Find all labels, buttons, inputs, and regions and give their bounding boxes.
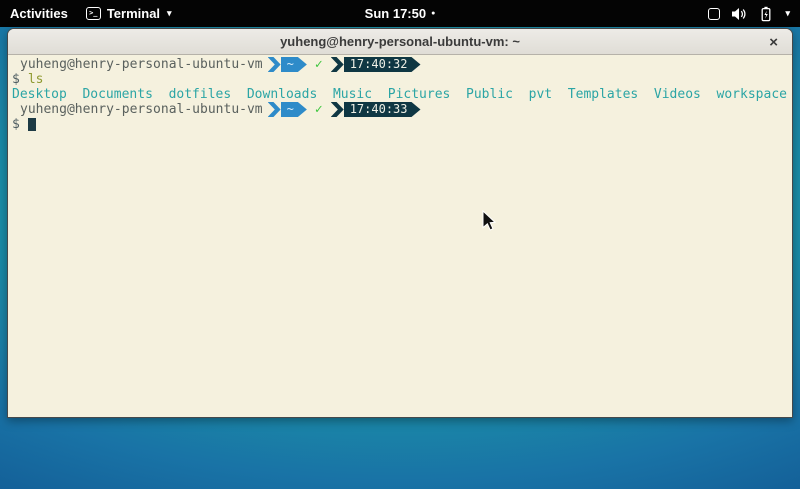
prompt-user-host: yuheng@henry-personal-ubuntu-vm (20, 102, 263, 117)
command-line: $ ls (12, 72, 792, 87)
status-ok-icon: ✓ (315, 57, 323, 72)
system-status-menu[interactable]: ▾ (708, 0, 800, 27)
prompt-user-host: yuheng@henry-personal-ubuntu-vm (20, 57, 263, 72)
directory-item: Videos (654, 87, 701, 102)
top-bar: Activities Terminal ▾ Sun 17:50 ● (0, 0, 800, 27)
directory-item: dotfiles (169, 87, 232, 102)
notification-dot-icon: ● (431, 10, 435, 17)
powerline-arrow-icon (268, 57, 281, 72)
prompt-char: $ (12, 117, 20, 132)
directory-item: Pictures (388, 87, 451, 102)
prompt-line: yuheng@henry-personal-ubuntu-vm ~ ✓ 17:4… (12, 57, 792, 72)
directory-item: pvt (529, 87, 552, 102)
clock-label: Sun 17:50 (365, 6, 426, 21)
chevron-down-icon: ▾ (167, 8, 172, 19)
activities-button[interactable]: Activities (10, 6, 68, 21)
battery-charging-icon (758, 6, 774, 22)
desktop: Activities Terminal ▾ Sun 17:50 ● (0, 0, 800, 489)
directory-item: Downloads (247, 87, 317, 102)
window-titlebar[interactable]: yuheng@henry-personal-ubuntu-vm: ~ × (8, 29, 792, 55)
input-line: $ (12, 117, 792, 132)
powerline-arrow-icon (331, 102, 344, 117)
volume-icon (731, 6, 747, 22)
prompt-char: $ (12, 72, 20, 87)
app-menu-label: Terminal (107, 6, 160, 21)
status-ok-icon: ✓ (315, 102, 323, 117)
terminal-cursor (28, 118, 36, 131)
prompt-cwd-segment: ~ (281, 57, 307, 72)
top-bar-left: Activities Terminal ▾ (0, 6, 172, 21)
prompt-time-segment: 17:40:33 (344, 102, 421, 117)
directory-item: Music (333, 87, 372, 102)
window-title: yuheng@henry-personal-ubuntu-vm: ~ (280, 34, 520, 49)
chevron-down-icon: ▾ (785, 8, 790, 19)
terminal-window: yuheng@henry-personal-ubuntu-vm: ~ × yuh… (7, 28, 793, 418)
powerline-arrow-icon (331, 57, 344, 72)
powerline-arrow-icon (268, 102, 281, 117)
close-button[interactable]: × (769, 29, 778, 55)
directory-item: Documents (82, 87, 152, 102)
directory-item: Templates (568, 87, 638, 102)
command-text: ls (28, 72, 44, 87)
directory-item: workspace (717, 87, 787, 102)
terminal-icon (86, 7, 101, 20)
prompt-line: yuheng@henry-personal-ubuntu-vm ~ ✓ 17:4… (12, 102, 792, 117)
screen-icon (708, 8, 720, 20)
ls-output-row: Desktop Documents dotfiles Downloads Mus… (12, 87, 792, 102)
prompt-cwd-segment: ~ (281, 102, 307, 117)
directory-item: Desktop (12, 87, 67, 102)
terminal-screen[interactable]: yuheng@henry-personal-ubuntu-vm ~ ✓ 17:4… (8, 55, 792, 418)
prompt-time-segment: 17:40:32 (344, 57, 421, 72)
app-menu-terminal[interactable]: Terminal ▾ (86, 6, 172, 21)
directory-item: Public (466, 87, 513, 102)
mouse-cursor-icon (482, 210, 496, 231)
